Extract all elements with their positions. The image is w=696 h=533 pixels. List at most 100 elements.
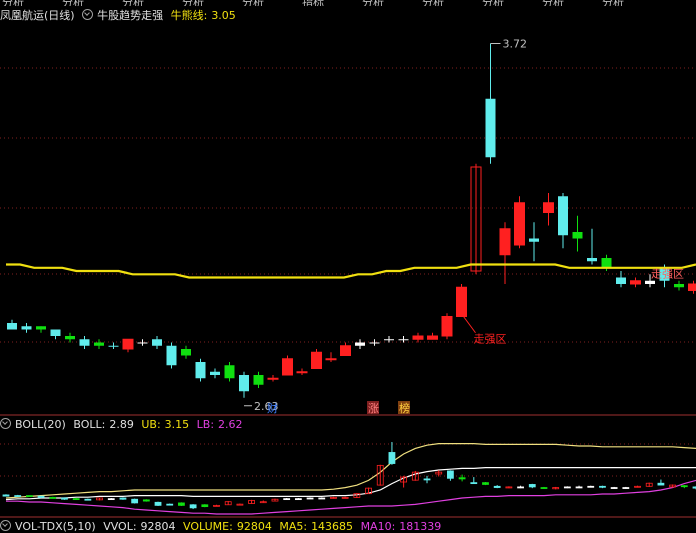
- volume-menu-icon[interactable]: [0, 520, 11, 531]
- strong-zone-label-right: 走强区: [651, 268, 684, 281]
- boll-candle-body: [167, 504, 173, 505]
- candle-body-fill: [428, 336, 438, 339]
- boll-candle-body: [319, 498, 325, 499]
- boll-candle-body: [73, 499, 79, 500]
- boll-candle-body: [120, 498, 126, 499]
- candle-body: [51, 330, 61, 337]
- candle-body-fill: [631, 281, 641, 284]
- ma5-label: MA5:: [279, 520, 307, 533]
- boll-candle-body: [564, 487, 570, 488]
- kline-chart[interactable]: 3.722.63走强区走强区财涨榜: [0, 0, 696, 531]
- candle-body: [109, 346, 119, 347]
- candle-body: [486, 99, 496, 158]
- boll-candle-body: [3, 495, 9, 496]
- candle-body: [181, 349, 191, 356]
- candle-body: [138, 343, 148, 344]
- candle-body: [239, 375, 249, 391]
- boll-candle-body: [389, 452, 395, 463]
- boll-mid-label: BOLL:: [73, 418, 105, 431]
- candle-body: [587, 258, 597, 261]
- boll-candle-body: [588, 486, 594, 487]
- main-chart-header: 凤凰航运(日线) 牛股趋势走强 牛熊线:3.05: [0, 7, 240, 23]
- candle-body-fill: [457, 287, 467, 316]
- candle-body: [210, 372, 220, 375]
- boll-candle-body: [494, 486, 500, 487]
- bull-bear-line: [6, 265, 696, 278]
- boll-candle-body: [424, 479, 430, 480]
- boll-lb-label: LB:: [197, 418, 214, 431]
- candle-body: [399, 339, 409, 340]
- indicator-name[interactable]: 牛股趋势走强: [97, 9, 163, 22]
- candle-body: [94, 343, 104, 346]
- candle-body: [573, 232, 583, 239]
- candle-body-fill: [442, 317, 452, 337]
- boll-candle-body: [482, 483, 488, 485]
- boll-candle-body: [599, 486, 605, 487]
- candle-body-fill: [515, 203, 525, 245]
- boll-candle-body: [623, 488, 629, 489]
- candle-body: [326, 359, 336, 360]
- boll-candle-body: [284, 499, 290, 500]
- boll-candle-body: [132, 499, 138, 503]
- boll-candle-body: [307, 498, 313, 499]
- event-marker-zhang: 涨: [368, 402, 379, 415]
- event-marker-bang: 榜: [399, 401, 410, 415]
- candle-body-fill: [312, 352, 322, 368]
- indicator-menu-icon[interactable]: [82, 9, 93, 20]
- candle-body-fill: [689, 284, 696, 291]
- candle-body: [370, 343, 380, 344]
- boll-candle-body: [155, 502, 161, 505]
- boll-candle-body: [658, 483, 664, 485]
- strong-zone-label: 走强区: [474, 333, 507, 346]
- boll-candle-body: [108, 499, 114, 500]
- high-price-label: 3.72: [503, 38, 528, 51]
- volume-value: 92804: [237, 520, 272, 533]
- boll-candle-body: [15, 496, 21, 497]
- candle-body: [254, 375, 264, 385]
- boll-candle-body: [541, 488, 547, 489]
- volume-label: VOLUME:: [183, 520, 233, 533]
- boll-name[interactable]: BOLL(20): [15, 418, 66, 431]
- candle-body: [65, 336, 75, 339]
- candle-body: [384, 339, 394, 340]
- candle-body: [7, 323, 17, 330]
- boll-candle-body: [518, 487, 524, 488]
- boll-candle-body: [459, 478, 465, 479]
- boll-lower-band: [6, 480, 696, 514]
- candle-body-fill: [283, 359, 293, 375]
- volume-name[interactable]: VOL-TDX(5,10): [15, 520, 96, 533]
- strong-zone-arrow: [464, 317, 476, 333]
- boll-ub-value: 3.15: [165, 418, 190, 431]
- candle-body: [268, 378, 278, 379]
- candle-body: [529, 239, 539, 242]
- candle-body: [225, 365, 235, 378]
- candle-body: [36, 326, 46, 329]
- ma10-value: 181339: [399, 520, 441, 533]
- candle-body-fill: [544, 203, 554, 213]
- boll-candle-body: [143, 500, 149, 501]
- candle-body: [196, 362, 206, 378]
- candle-body-fill: [500, 229, 510, 255]
- candle-body: [152, 339, 162, 346]
- candle-body: [355, 343, 365, 346]
- boll-candle-body: [202, 505, 208, 507]
- boll-candle-body: [471, 483, 477, 484]
- boll-candle-body: [447, 471, 453, 478]
- candle-body-fill: [413, 336, 423, 339]
- boll-mid-value: 2.89: [109, 418, 134, 431]
- boll-candle-body: [611, 488, 617, 489]
- boll-candle-body: [61, 498, 67, 499]
- boll-header: BOLL(20) BOLL:2.89 UB:3.15 LB:2.62: [0, 418, 247, 432]
- candle-body-fill: [341, 346, 351, 356]
- boll-candle-body: [85, 499, 91, 500]
- stock-title: 凤凰航运(日线): [0, 9, 75, 22]
- boll-menu-icon[interactable]: [0, 418, 11, 429]
- candle-body: [616, 278, 626, 285]
- candle-body-fill: [123, 339, 133, 349]
- boll-candle-body: [26, 496, 32, 497]
- volume-header: VOL-TDX(5,10) VVOL:92804 VOLUME:92804 MA…: [0, 520, 445, 532]
- boll-candle-body: [190, 505, 196, 508]
- candle-body: [558, 196, 568, 235]
- candle-body: [297, 372, 307, 373]
- boll-upper-band: [6, 444, 696, 498]
